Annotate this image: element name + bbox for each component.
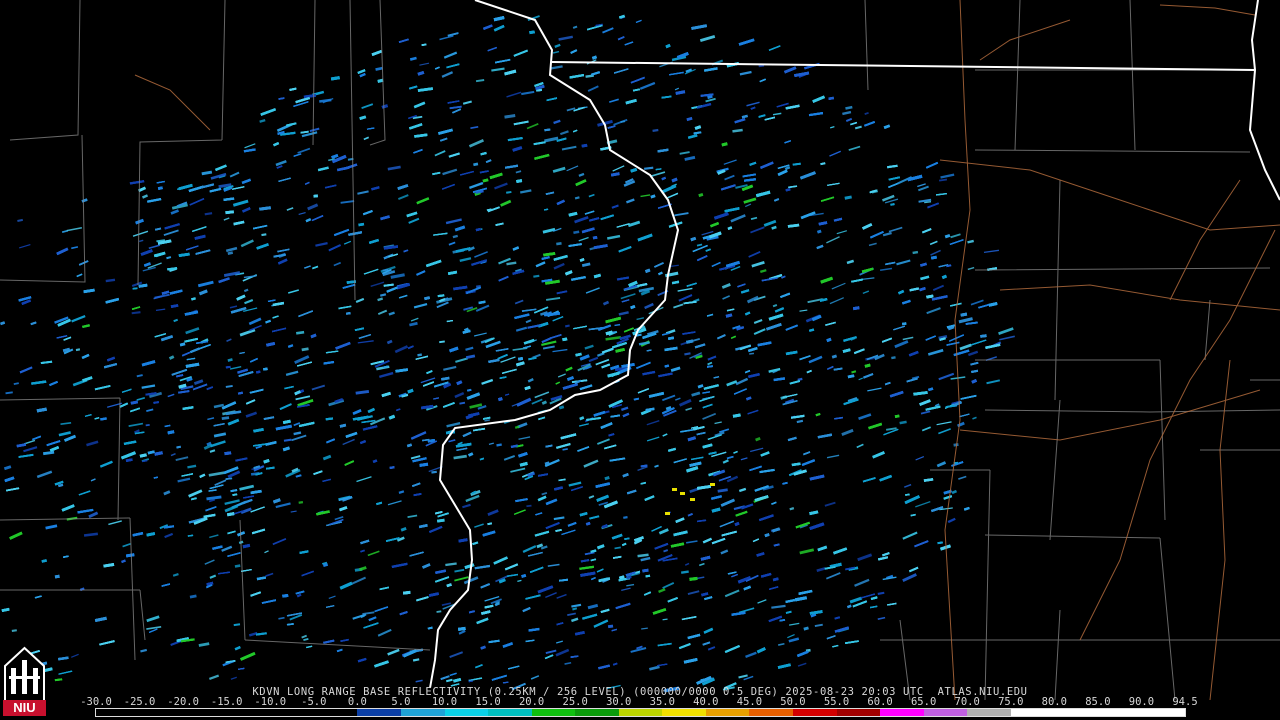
colorbar-segment xyxy=(96,709,140,716)
colorbar-segment xyxy=(880,709,924,716)
colorbar-label: -5.0 xyxy=(301,696,327,708)
colorbar-label: 45.0 xyxy=(736,696,763,708)
reflectivity-colorbar xyxy=(95,708,1186,717)
colorbar-label: 35.0 xyxy=(649,696,675,708)
colorbar-segment xyxy=(1010,709,1055,716)
colorbar-label: 40.0 xyxy=(693,696,719,708)
colorbar-segment xyxy=(793,709,837,716)
niu-logo-icon: NIU xyxy=(3,646,46,716)
colorbar-segment xyxy=(226,709,271,716)
colorbar-label: 85.0 xyxy=(1085,696,1111,708)
radar-map xyxy=(0,0,1280,720)
colorbar-label: 10.0 xyxy=(431,696,458,708)
colorbar-label: 5.0 xyxy=(391,696,411,708)
colorbar-segment xyxy=(270,709,314,716)
colorbar-segment xyxy=(618,709,663,716)
colorbar-segment xyxy=(357,709,401,716)
colorbar-label: 80.0 xyxy=(1041,696,1067,708)
colorbar-labels: -30.0 -25.0 -20.0 -15.0 -10.0 -5.0 0.0 5.0 10.0 1… xyxy=(80,696,1197,708)
colorbar-label: -30.0 xyxy=(80,696,112,708)
colorbar-label: 55.0 xyxy=(823,696,850,708)
colorbar-label: 30.0 xyxy=(606,696,632,708)
colorbar-label: -15.0 xyxy=(210,696,243,708)
colorbar-label: 15.0 xyxy=(475,696,501,708)
colorbar-segment xyxy=(400,709,445,716)
colorbar-label: 90.0 xyxy=(1128,696,1155,708)
colorbar-segment xyxy=(836,709,881,716)
colorbar-label: -10.0 xyxy=(254,696,287,708)
colorbar-label: 0.0 xyxy=(347,696,367,708)
colorbar-label: 20.0 xyxy=(518,696,545,708)
colorbar-segment xyxy=(575,709,619,716)
colorbar-segment xyxy=(488,709,532,716)
colorbar-segment xyxy=(444,709,489,716)
colorbar-segment xyxy=(967,709,1011,716)
colorbar-segment xyxy=(923,709,968,716)
colorbar-segment xyxy=(749,709,793,716)
colorbar-segment xyxy=(662,709,706,716)
colorbar-segment xyxy=(531,709,576,716)
colorbar-label: -20.0 xyxy=(167,696,199,708)
colorbar-label: 65.0 xyxy=(910,696,937,708)
colorbar-segment xyxy=(1141,709,1186,716)
colorbar-label: 75.0 xyxy=(998,696,1024,708)
colorbar-label: -25.0 xyxy=(123,696,156,708)
colorbar-label: 70.0 xyxy=(954,696,980,708)
colorbar-segment xyxy=(139,709,184,716)
logo-text: NIU xyxy=(13,700,35,715)
colorbar-segment xyxy=(1054,709,1098,716)
colorbar-segment xyxy=(705,709,750,716)
colorbar-segment xyxy=(1097,709,1142,716)
colorbar-label: 94.5 xyxy=(1172,696,1198,708)
colorbar-segment xyxy=(183,709,227,716)
colorbar-label: 25.0 xyxy=(562,696,588,708)
colorbar-label: 60.0 xyxy=(867,696,893,708)
colorbar-segment xyxy=(313,709,358,716)
colorbar-label: 50.0 xyxy=(780,696,806,708)
